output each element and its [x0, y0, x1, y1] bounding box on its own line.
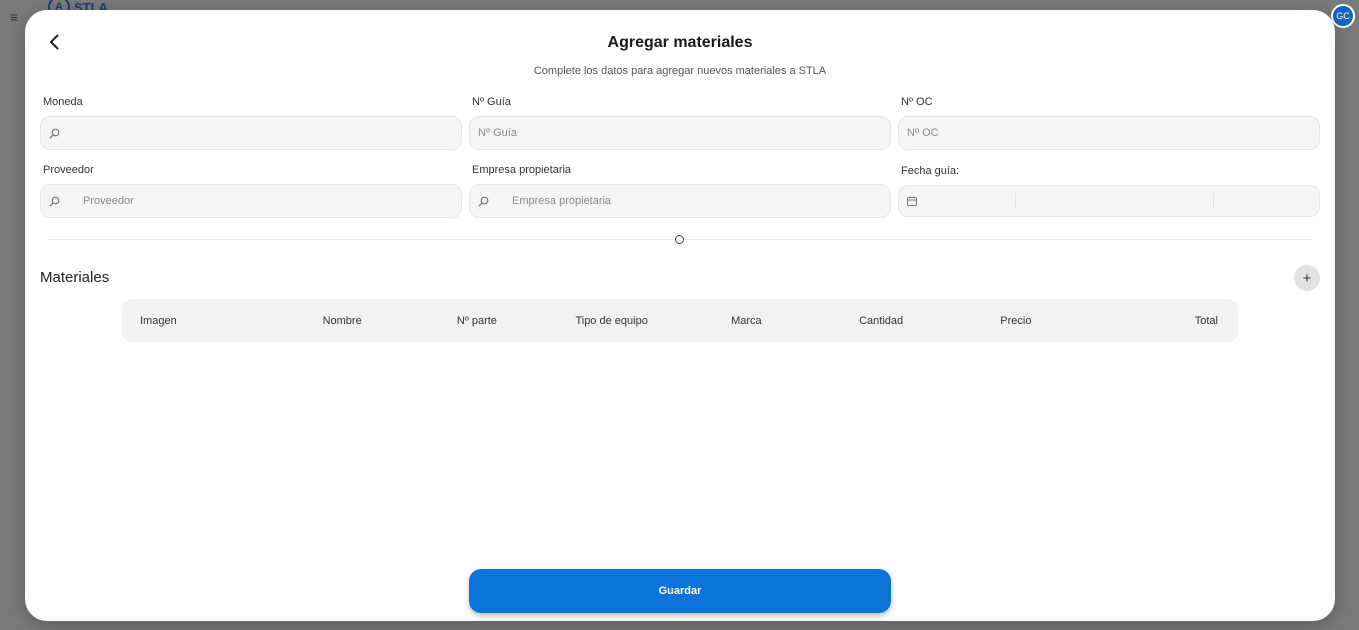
column-header: Marca — [731, 314, 762, 327]
plus-icon: + — [1302, 269, 1312, 287]
moneda-input[interactable] — [40, 116, 462, 150]
empresa-label: Empresa propietaria — [472, 164, 572, 176]
proveedor-placeholder: Proveedor — [83, 195, 134, 207]
fecha-label: Fecha guía: — [901, 165, 960, 177]
oc-label: Nº OC — [901, 96, 933, 108]
guia-input[interactable]: Nº Guía — [469, 116, 891, 150]
fecha-field: Fecha guía: — [898, 165, 1320, 217]
materials-title: Materiales — [40, 269, 110, 286]
guia-label: Nº Guía — [472, 96, 511, 108]
date-segment-divider — [1015, 193, 1016, 209]
date-segment-divider — [1213, 193, 1214, 209]
search-icon — [49, 128, 63, 139]
oc-input[interactable]: Nº OC — [898, 116, 1320, 150]
column-header: Nombre — [322, 314, 362, 327]
column-header: Nº parte — [456, 314, 497, 327]
oc-placeholder: Nº OC — [907, 127, 939, 139]
add-materials-dialog: Agregar materiales Complete los datos pa… — [25, 10, 1335, 621]
dialog-subtitle: Complete los datos para agregar nuevos m… — [533, 65, 827, 77]
calendar-icon — [907, 196, 921, 206]
fecha-input[interactable] — [898, 185, 1320, 217]
empresa-placeholder: Empresa propietaria — [512, 195, 612, 207]
proveedor-label: Proveedor — [43, 164, 94, 176]
search-icon — [49, 196, 63, 207]
guia-placeholder: Nº Guía — [478, 127, 517, 139]
divider-handle-icon — [675, 235, 684, 244]
column-header: Precio — [1000, 314, 1032, 327]
empresa-input[interactable]: Empresa propietaria — [469, 184, 891, 218]
moneda-label: Moneda — [43, 96, 83, 108]
guia-field: Nº Guía Nº Guía — [469, 96, 891, 150]
search-icon — [478, 196, 492, 207]
column-header: Cantidad — [859, 314, 904, 327]
column-header: Imagen — [140, 314, 177, 327]
menu-icon[interactable]: ≡ — [10, 10, 24, 24]
dialog-title: Agregar materiales — [607, 34, 753, 51]
column-header: Total — [1194, 314, 1218, 327]
proveedor-field: Proveedor Proveedor — [40, 164, 462, 218]
oc-field: Nº OC Nº OC — [898, 96, 1320, 150]
save-button[interactable]: Guardar — [469, 569, 891, 613]
proveedor-input[interactable]: Proveedor — [40, 184, 462, 218]
column-header: Tipo de equipo — [575, 314, 648, 327]
materials-table-header: Imagen Nombre Nº parte Tipo de equipo Ma… — [122, 299, 1238, 342]
avatar[interactable]: GC — [1331, 4, 1355, 28]
empresa-field: Empresa propietaria Empresa propietaria — [469, 164, 891, 218]
add-material-button[interactable]: + — [1294, 265, 1320, 291]
moneda-field: Moneda — [40, 96, 462, 150]
